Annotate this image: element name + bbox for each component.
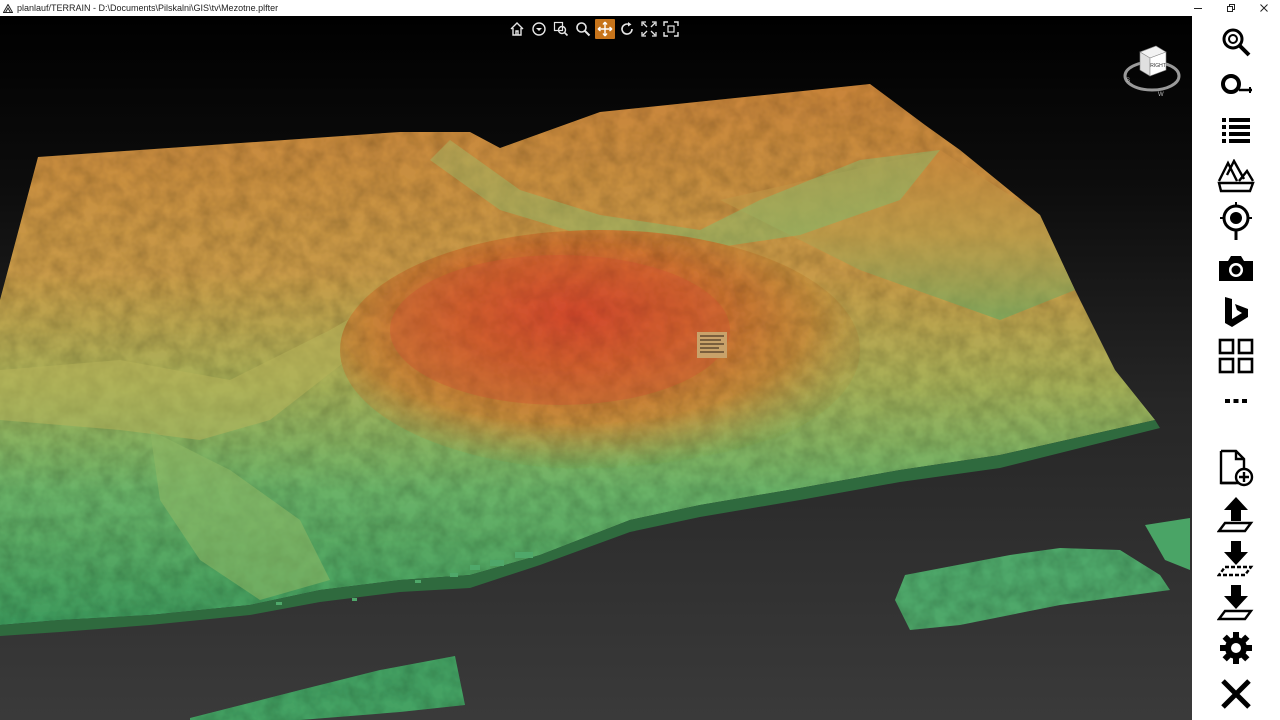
close-icon[interactable] <box>1214 674 1258 714</box>
window-title: planlauf/TERRAIN - D:\Documents\Pilskaln… <box>17 3 279 13</box>
pan-icon[interactable] <box>595 19 615 39</box>
focus-icon[interactable] <box>529 19 549 39</box>
layers-icon[interactable] <box>1214 156 1258 196</box>
more-icon[interactable] <box>1214 381 1258 421</box>
compass-label-w: W <box>1158 92 1164 98</box>
navcube-face-label: RIGHT <box>1150 63 1166 69</box>
fit-extents-icon[interactable] <box>639 19 659 39</box>
right-sidebar <box>1192 16 1280 720</box>
minimize-button[interactable] <box>1181 0 1214 16</box>
close-window-button[interactable] <box>1247 0 1280 16</box>
camera-icon[interactable] <box>1214 248 1258 288</box>
compass-label-s: S <box>1126 78 1130 84</box>
view-navigation-cube[interactable]: RIGHT S W <box>1120 38 1184 102</box>
restore-button[interactable] <box>1214 0 1247 16</box>
rotate-icon[interactable] <box>617 19 637 39</box>
zoom-select-icon[interactable] <box>1214 22 1258 62</box>
site-marker-icon[interactable] <box>697 332 727 358</box>
upload-icon[interactable] <box>1214 494 1258 534</box>
terrain-surface[interactable] <box>0 16 1192 720</box>
app-icon <box>3 3 13 13</box>
new-file-icon[interactable] <box>1214 448 1258 488</box>
location-pin-icon[interactable] <box>1214 202 1258 242</box>
download-icon[interactable] <box>1214 538 1258 578</box>
window-controls <box>1181 0 1280 16</box>
zoom-window-icon[interactable] <box>551 19 571 39</box>
bing-icon[interactable] <box>1214 292 1258 332</box>
zoom-icon[interactable] <box>573 19 593 39</box>
title-bar: planlauf/TERRAIN - D:\Documents\Pilskaln… <box>0 0 1280 16</box>
home-icon[interactable] <box>507 19 527 39</box>
view-toolbar <box>507 19 681 39</box>
fullscreen-icon[interactable] <box>661 19 681 39</box>
export-icon[interactable] <box>1214 582 1258 622</box>
grid-view-icon[interactable] <box>1214 336 1258 376</box>
list-icon[interactable] <box>1214 111 1258 151</box>
measure-icon[interactable] <box>1214 66 1258 106</box>
settings-icon[interactable] <box>1214 628 1258 668</box>
terrain-3d-viewport[interactable]: RIGHT S W <box>0 16 1192 720</box>
